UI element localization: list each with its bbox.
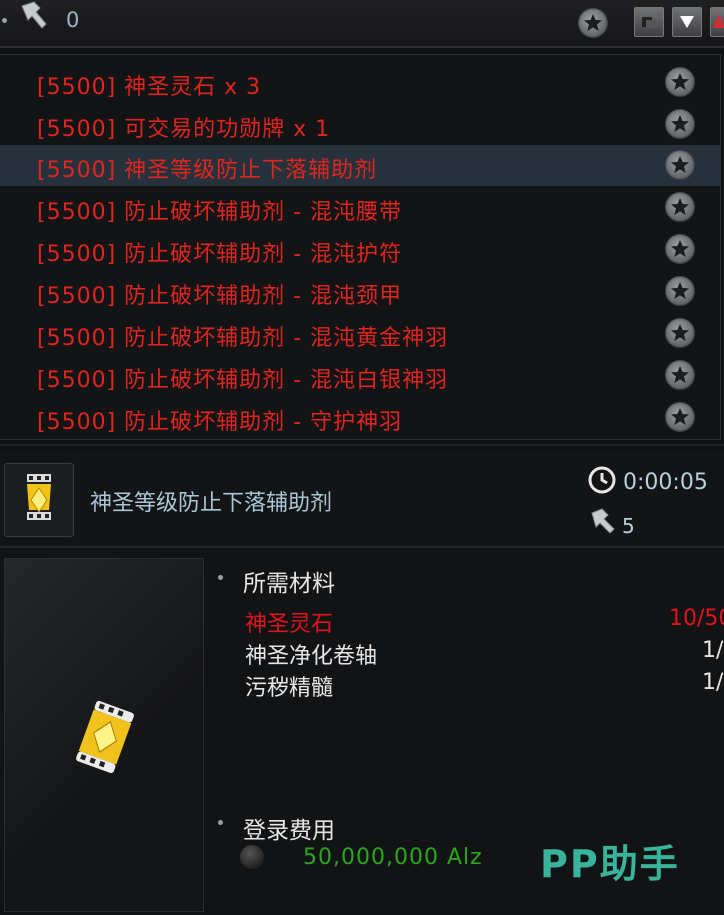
favorite-star-icon[interactable]	[665, 234, 695, 264]
recipe-label: [5500] 防止破坏辅助剂 - 混沌腰带	[37, 200, 403, 225]
watermark-logo: PP助手	[540, 842, 680, 886]
recipe-label: [5500] 防止破坏辅助剂 - 混沌颈甲	[37, 284, 403, 309]
sort-button[interactable]	[672, 7, 702, 37]
recipe-row[interactable]: [5500] 防止破坏辅助剂 - 混沌白银神羽	[0, 355, 720, 396]
recipe-label: [5500] 神圣灵石 x 3	[37, 75, 262, 100]
recipe-row[interactable]: [5500] 防止破坏辅助剂 - 混沌护符	[0, 229, 720, 270]
fee-heading: 登录费用	[243, 818, 335, 844]
filter-button[interactable]	[634, 7, 664, 37]
hammer-icon	[591, 508, 615, 534]
hammer-icon	[21, 1, 47, 29]
triangle-down-icon	[680, 16, 694, 28]
recipe-row[interactable]: [5500] 神圣灵石 x 3	[0, 62, 720, 103]
bullet-icon	[218, 575, 223, 580]
bullet-icon	[218, 820, 223, 825]
bullet-icon	[2, 18, 7, 23]
recipe-label: [5500] 防止破坏辅助剂 - 守护神羽	[37, 410, 403, 435]
item-preview-icon	[76, 700, 134, 774]
favorite-star-icon[interactable]	[665, 276, 695, 306]
recipe-row[interactable]: [5500] 防止破坏辅助剂 - 混沌黄金神羽	[0, 313, 720, 354]
material-name: 污秽精髓	[245, 676, 334, 701]
selected-item-name: 神圣等级防止下落辅助剂	[90, 491, 333, 516]
recipe-row[interactable]: [5500] 防止破坏辅助剂 - 混沌颈甲	[0, 271, 720, 312]
favorite-star-icon[interactable]	[665, 109, 695, 139]
materials-heading: 所需材料	[243, 571, 335, 597]
warning-icon	[713, 14, 724, 28]
favorite-star-icon[interactable]	[665, 402, 695, 432]
recipe-label: [5500] 可交易的功勋牌 x 1	[37, 117, 331, 142]
favorite-star-icon[interactable]	[578, 8, 608, 38]
craft-time: 0:00:05	[623, 470, 708, 495]
recipe-list: [5500] 神圣灵石 x 3 [5500] 可交易的功勋牌 x 1 [5500…	[0, 54, 721, 440]
favorite-star-icon[interactable]	[665, 150, 695, 180]
recipe-label: [5500] 防止破坏辅助剂 - 混沌白银神羽	[37, 368, 449, 393]
favorite-star-icon[interactable]	[665, 67, 695, 97]
recipe-label: [5500] 防止破坏辅助剂 - 混沌黄金神羽	[37, 326, 449, 351]
close-button[interactable]	[710, 7, 724, 37]
material-qty: 1/1	[702, 670, 724, 695]
detail-header: 神圣等级防止下落辅助剂 0:00:05 5	[0, 452, 724, 546]
recipe-label: [5500] 防止破坏辅助剂 - 混沌护符	[37, 242, 403, 267]
divider	[0, 444, 724, 446]
craft-panel: 所需材料 神圣灵石 10/50 神圣净化卷轴 1/1 污秽精髓 1/1 登录费用…	[0, 548, 724, 912]
item-icon	[27, 474, 51, 520]
recipe-row-selected[interactable]: [5500] 神圣等级防止下落辅助剂	[0, 145, 720, 186]
filter-icon	[642, 17, 656, 28]
item-preview	[4, 558, 204, 912]
coin-icon	[240, 845, 264, 869]
item-thumbnail	[4, 463, 74, 537]
top-count: 0	[66, 8, 80, 32]
fee-amount: 50,000,000 Alz	[303, 845, 483, 870]
clock-icon	[588, 466, 616, 494]
favorite-star-icon[interactable]	[665, 318, 695, 348]
material-name: 神圣灵石	[245, 612, 334, 637]
material-qty: 1/1	[702, 638, 724, 663]
craft-cost: 5	[622, 514, 635, 538]
recipe-label: [5500] 神圣等级防止下落辅助剂	[37, 158, 378, 183]
favorite-star-icon[interactable]	[665, 360, 695, 390]
recipe-row[interactable]: [5500] 防止破坏辅助剂 - 守护神羽	[0, 397, 720, 438]
material-name: 神圣净化卷轴	[245, 644, 378, 669]
favorite-star-icon[interactable]	[665, 192, 695, 222]
recipe-row[interactable]: [5500] 可交易的功勋牌 x 1	[0, 104, 720, 145]
top-bar: 0	[0, 0, 724, 48]
material-qty: 10/50	[669, 606, 724, 631]
recipe-row[interactable]: [5500] 防止破坏辅助剂 - 混沌腰带	[0, 187, 720, 228]
